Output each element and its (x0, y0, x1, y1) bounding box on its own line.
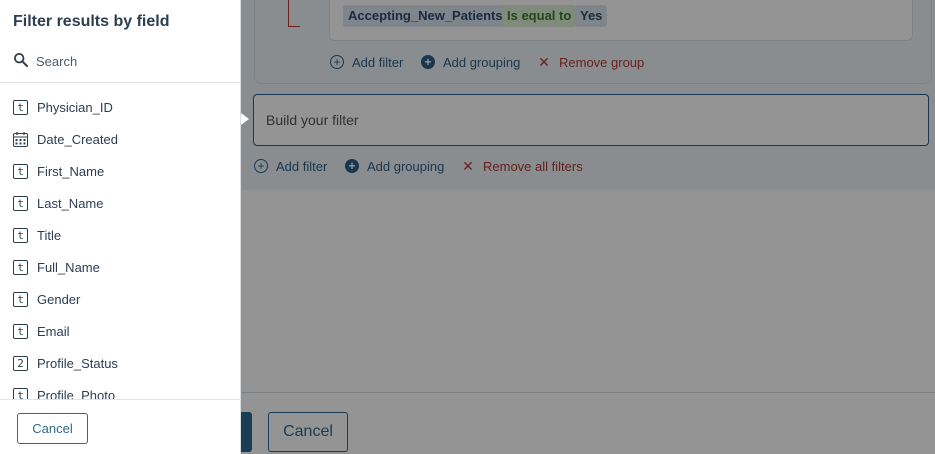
field-item-label: Date_Created (37, 131, 118, 147)
field-item-label: Profile_Status (37, 355, 118, 371)
field-item-physician-id[interactable]: t Physician_ID (0, 91, 241, 123)
panel-footer: Cancel (0, 399, 241, 454)
field-item-label: Gender (37, 291, 81, 307)
field-item-last-name[interactable]: t Last_Name (0, 187, 241, 219)
text-type-icon: t (13, 291, 28, 307)
field-item-profile-photo[interactable]: t Profile_Photo (0, 379, 241, 399)
field-item-label: Email (37, 323, 70, 339)
field-item-label: Profile_Photo (37, 387, 116, 400)
field-list[interactable]: t Physician_ID Date_Created t First_Name… (0, 91, 241, 399)
panel-pointer-caret (241, 113, 249, 125)
field-item-label: Title (37, 227, 62, 243)
field-item-label: Physician_ID (37, 99, 113, 115)
panel-cancel-button[interactable]: Cancel (17, 413, 88, 444)
calendar-icon (13, 131, 28, 147)
search-icon (13, 52, 29, 68)
field-item-gender[interactable]: t Gender (0, 283, 241, 315)
text-type-icon: t (13, 227, 28, 243)
text-type-icon: t (13, 387, 28, 399)
text-type-icon: t (13, 99, 28, 115)
field-item-full-name[interactable]: t Full_Name (0, 251, 241, 283)
field-item-label: Last_Name (37, 195, 104, 211)
field-picker-panel: Filter results by field t Physician_ID (0, 0, 241, 454)
field-search (0, 45, 241, 83)
text-type-icon: t (13, 259, 28, 275)
text-type-icon: t (13, 195, 28, 211)
field-item-email[interactable]: t Email (0, 315, 241, 347)
field-item-first-name[interactable]: t First_Name (0, 155, 241, 187)
field-item-title[interactable]: t Title (0, 219, 241, 251)
field-search-input[interactable] (36, 51, 226, 71)
field-item-label: First_Name (37, 163, 105, 179)
panel-title: Filter results by field (13, 13, 170, 30)
text-type-icon: t (13, 163, 28, 179)
number-type-icon: 2 (13, 355, 28, 371)
field-item-date-created[interactable]: Date_Created (0, 123, 241, 155)
text-type-icon: t (13, 323, 28, 339)
field-item-profile-status[interactable]: 2 Profile_Status (0, 347, 241, 379)
field-item-label: Full_Name (37, 259, 100, 275)
